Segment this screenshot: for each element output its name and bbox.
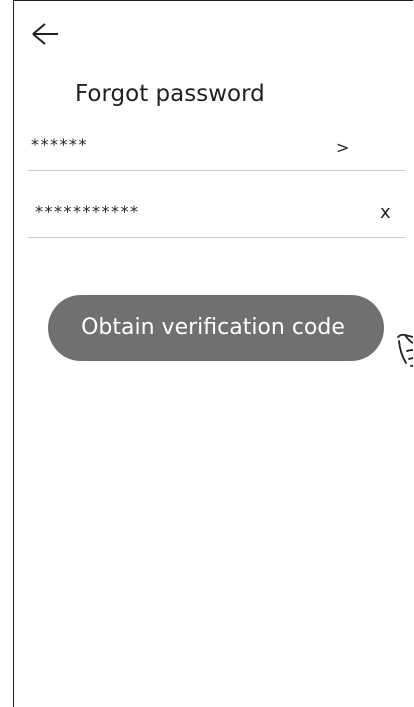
account-value: ****** (31, 135, 88, 154)
phone-screen: Forgot password ****** > *********** x O… (13, 0, 413, 707)
arrow-left-icon (30, 20, 62, 50)
password-value: *********** (35, 202, 140, 221)
pointing-hand-icon (397, 329, 413, 377)
password-clear-button[interactable]: x (380, 201, 391, 225)
back-button[interactable] (30, 20, 62, 50)
account-next-button[interactable]: > (336, 136, 349, 160)
obtain-verification-code-button[interactable]: Obtain verification code (48, 295, 384, 361)
password-field[interactable]: *********** x (28, 198, 405, 238)
page-title: Forgot password (75, 81, 265, 107)
account-field[interactable]: ****** > (28, 131, 405, 171)
